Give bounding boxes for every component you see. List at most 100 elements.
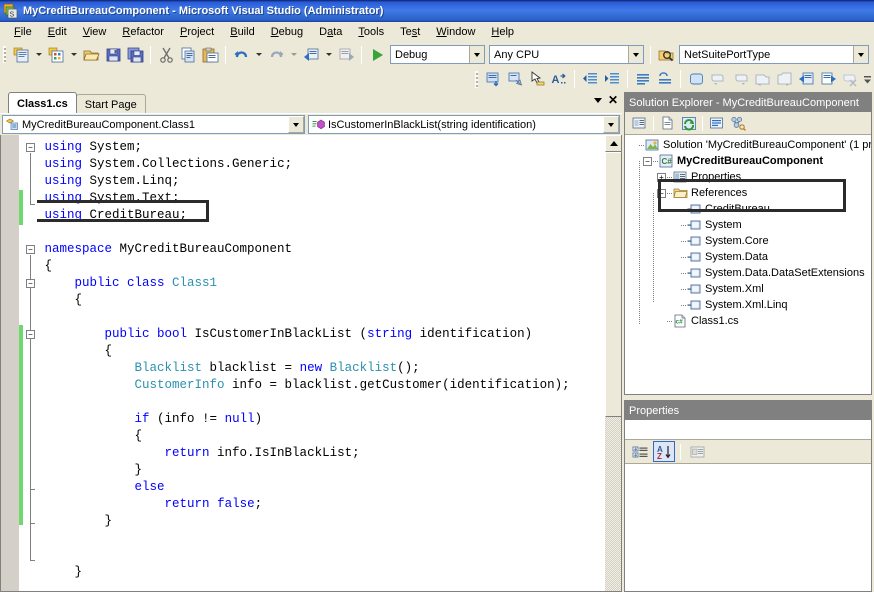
tree-item[interactable]: System.Data.DataSetExtensions bbox=[625, 265, 871, 281]
new-item-dropdown-icon[interactable] bbox=[67, 44, 80, 65]
menu-build[interactable]: Build bbox=[222, 24, 262, 40]
expand-icon[interactable] bbox=[729, 69, 751, 90]
new-item-icon[interactable] bbox=[45, 44, 67, 65]
menu-debug[interactable]: Debug bbox=[263, 24, 311, 40]
undo-dropdown-icon[interactable] bbox=[252, 44, 265, 65]
type-navigation-combo[interactable]: MyCreditBureauComponent.Class1 bbox=[2, 115, 305, 134]
find-combo[interactable]: NetSuitePortType bbox=[679, 45, 869, 64]
member-navigation-combo[interactable]: IsCustomerInBlackList(string identificat… bbox=[308, 115, 620, 134]
expand-toggle-icon[interactable]: + bbox=[657, 172, 666, 182]
tree-item[interactable]: System bbox=[625, 217, 871, 233]
categorized-icon[interactable] bbox=[629, 441, 651, 462]
navigate-backward-dropdown-icon[interactable] bbox=[322, 44, 335, 65]
collapse-toggle-icon[interactable]: − bbox=[657, 188, 666, 198]
view-code-icon[interactable] bbox=[706, 113, 727, 133]
tree-item[interactable]: System.Data bbox=[625, 249, 871, 265]
solution-platform-combo[interactable]: Any CPU bbox=[489, 45, 644, 64]
undo-icon[interactable] bbox=[230, 44, 252, 65]
menu-view[interactable]: View bbox=[75, 24, 115, 40]
chevron-down-icon[interactable] bbox=[593, 98, 602, 103]
outline-collapse-class[interactable]: − bbox=[26, 279, 35, 288]
code-text-area[interactable]: using System; using System.Collections.G… bbox=[37, 135, 621, 591]
code-editor[interactable]: − − − − using System; using System.Colle… bbox=[0, 135, 622, 592]
menu-window[interactable]: Window bbox=[428, 24, 483, 40]
save-icon[interactable] bbox=[102, 44, 124, 65]
configuration-dropdown-icon[interactable] bbox=[469, 46, 484, 63]
expand-all-icon[interactable] bbox=[773, 69, 795, 90]
member-dropdown-icon[interactable] bbox=[603, 116, 619, 133]
menu-tools[interactable]: Tools bbox=[350, 24, 392, 40]
property-pages-icon[interactable] bbox=[686, 441, 708, 462]
tree-item[interactable]: c# Class1.cs bbox=[625, 313, 871, 329]
alphabetical-icon[interactable]: A Z bbox=[653, 441, 675, 462]
navigate-backward-icon[interactable] bbox=[300, 44, 322, 65]
properties-object-selector[interactable] bbox=[625, 420, 871, 440]
view-class-diagram-icon[interactable] bbox=[727, 113, 748, 133]
menu-edit[interactable]: Edit bbox=[40, 24, 75, 40]
properties-window-icon[interactable] bbox=[629, 113, 650, 133]
navigate-forward-icon[interactable] bbox=[335, 44, 357, 65]
menu-refactor[interactable]: Refactor bbox=[114, 24, 172, 40]
outline-collapse-method[interactable]: − bbox=[26, 330, 35, 339]
menu-test[interactable]: Test bbox=[392, 24, 428, 40]
tree-item[interactable]: CreditBureau bbox=[625, 201, 871, 217]
menu-help[interactable]: Help bbox=[483, 24, 522, 40]
save-all-icon[interactable] bbox=[124, 44, 146, 65]
tree-item[interactable]: Solution 'MyCreditBureauComponent' (1 pr… bbox=[625, 137, 871, 153]
tree-item[interactable]: − References bbox=[625, 185, 871, 201]
type-dropdown-icon[interactable] bbox=[288, 116, 304, 133]
tab-start-page[interactable]: Start Page bbox=[75, 94, 146, 113]
platform-dropdown-icon[interactable] bbox=[628, 46, 643, 63]
menu-project[interactable]: Project bbox=[172, 24, 222, 40]
solution-tree[interactable]: Solution 'MyCreditBureauComponent' (1 pr… bbox=[625, 135, 871, 394]
collapse-icon[interactable] bbox=[707, 69, 729, 90]
refresh-icon[interactable] bbox=[678, 113, 699, 133]
collapse-all-icon[interactable] bbox=[751, 69, 773, 90]
solution-configuration-combo[interactable]: Debug bbox=[390, 45, 485, 64]
copy-icon[interactable] bbox=[177, 44, 199, 65]
comment-icon[interactable] bbox=[632, 69, 654, 90]
toolbar-overflow-icon[interactable] bbox=[861, 69, 874, 90]
new-project-icon[interactable] bbox=[10, 44, 32, 65]
decrease-indent-icon[interactable] bbox=[579, 69, 601, 90]
properties-grid[interactable] bbox=[625, 464, 871, 591]
cut-icon[interactable] bbox=[155, 44, 177, 65]
close-icon[interactable]: ✕ bbox=[608, 94, 618, 106]
increase-indent-icon[interactable] bbox=[601, 69, 623, 90]
new-project-dropdown-icon[interactable] bbox=[32, 44, 45, 65]
previous-bookmark-icon[interactable] bbox=[795, 69, 817, 90]
find-dropdown-icon[interactable] bbox=[853, 46, 868, 63]
tree-item[interactable]: System.Xml.Linq bbox=[625, 297, 871, 313]
scrollbar-thumb[interactable] bbox=[605, 152, 621, 417]
toolbar-grip[interactable] bbox=[3, 46, 6, 63]
display-tag-icon[interactable] bbox=[482, 69, 504, 90]
insert-snippet-icon[interactable] bbox=[504, 69, 526, 90]
uncomment-icon[interactable] bbox=[654, 69, 676, 90]
paste-icon[interactable] bbox=[199, 44, 221, 65]
outlining-margin[interactable]: − − − − bbox=[23, 135, 37, 591]
find-in-files-icon[interactable] bbox=[655, 44, 677, 65]
outline-collapse-namespace[interactable]: − bbox=[26, 245, 35, 254]
collapse-toggle-icon[interactable]: − bbox=[643, 156, 652, 166]
start-debugging-icon[interactable] bbox=[366, 44, 388, 65]
indicator-margin[interactable] bbox=[1, 135, 19, 591]
outline-collapse-usings[interactable]: − bbox=[26, 143, 35, 152]
menu-file[interactable]: File bbox=[6, 24, 40, 40]
surround-with-icon[interactable] bbox=[526, 69, 548, 90]
tree-item[interactable]: + Properties bbox=[625, 169, 871, 185]
redo-icon[interactable] bbox=[265, 44, 287, 65]
toggle-outlining-icon[interactable] bbox=[685, 69, 707, 90]
tree-item[interactable]: − C# MyCreditBureauComponent bbox=[625, 153, 871, 169]
menu-data[interactable]: Data bbox=[311, 24, 350, 40]
text-editor-toolbar-grip[interactable] bbox=[475, 70, 478, 88]
redo-dropdown-icon[interactable] bbox=[287, 44, 300, 65]
clear-all-bookmarks-icon[interactable] bbox=[839, 69, 861, 90]
show-all-files-icon[interactable] bbox=[657, 113, 678, 133]
next-bookmark-icon[interactable] bbox=[817, 69, 839, 90]
tree-item[interactable]: System.Xml bbox=[625, 281, 871, 297]
editor-vertical-scrollbar[interactable] bbox=[604, 135, 621, 591]
format-text-icon[interactable]: A bbox=[548, 69, 570, 90]
scroll-up-button[interactable] bbox=[605, 135, 621, 152]
tree-item[interactable]: System.Core bbox=[625, 233, 871, 249]
open-file-icon[interactable] bbox=[80, 44, 102, 65]
